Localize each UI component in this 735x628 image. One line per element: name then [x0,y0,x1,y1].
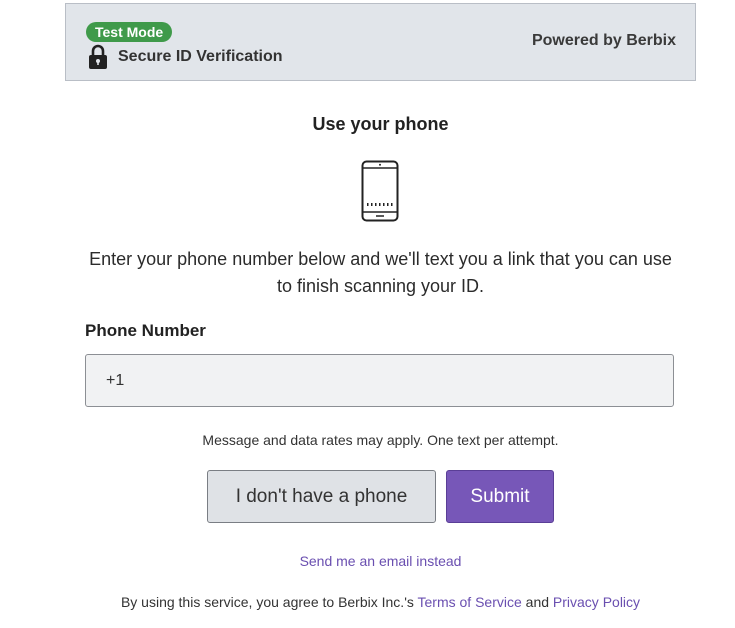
phone-number-input[interactable] [85,354,674,407]
page-title: Use your phone [312,114,449,134]
test-mode-badge: Test Mode [86,22,173,42]
powered-by-label: Powered by Berbix [531,32,676,49]
email-link-row: Send me an email instead [65,553,696,569]
secure-verification-row: Secure ID Verification [88,44,283,70]
rates-disclaimer: Message and data rates may apply. One te… [202,432,559,448]
terms-of-service-link[interactable]: Terms of Service [418,594,522,610]
footer-prefix: By using this service, you agree to Berb… [120,594,414,610]
lock-icon [88,44,108,70]
submit-button[interactable]: Submit [446,470,554,523]
footer-conjunction: and [525,594,550,610]
privacy-policy-link[interactable]: Privacy Policy [553,594,640,610]
verification-panel: Test Mode Secure ID Verification Powered… [65,3,696,628]
footer-agreement: By using this service, you agree to Berb… [65,594,696,610]
smartphone-icon [361,160,399,222]
send-email-link[interactable]: Send me an email instead [300,553,462,569]
no-phone-button[interactable]: I don't have a phone [207,470,436,523]
header-bar: Test Mode Secure ID Verification Powered… [65,3,696,81]
secure-verification-label: Secure ID Verification [118,48,283,65]
phone-number-label: Phone Number [85,321,206,340]
instructions-text: Enter your phone number below and we'll … [89,249,672,296]
